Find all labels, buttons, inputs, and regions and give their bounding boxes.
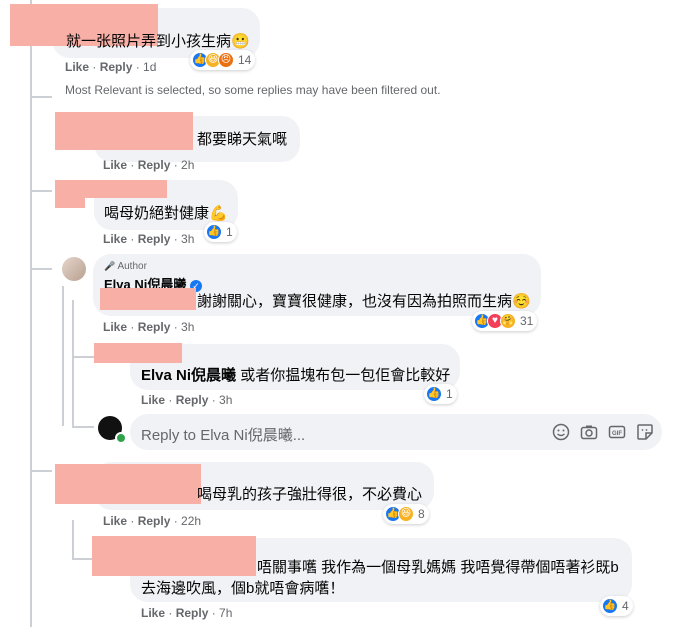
- reaction-count: 31: [520, 314, 534, 328]
- comment-actions: Like · Reply · 22h: [103, 514, 202, 528]
- reaction-summary[interactable]: 👍 1: [204, 222, 237, 242]
- emoji-icon[interactable]: [552, 423, 570, 441]
- like-reaction-icon: 👍: [426, 386, 442, 402]
- comment-actions: Like · Reply · 3h: [141, 393, 233, 407]
- angry-reaction-icon: 😠: [218, 52, 234, 68]
- sticker-icon[interactable]: [636, 423, 654, 441]
- like-button[interactable]: Like: [103, 320, 127, 334]
- reply-button[interactable]: Reply: [138, 158, 171, 172]
- reaction-summary[interactable]: 👍 4: [600, 596, 633, 616]
- like-button[interactable]: Like: [141, 393, 165, 407]
- comment-text: 喝母奶絕對健康💪: [104, 205, 228, 222]
- redacted-mention: [100, 288, 196, 310]
- thread-line: [30, 190, 52, 192]
- comment-text: Elva Ni倪晨曦 或者你揾塊布包一包佢會比較好: [141, 367, 451, 384]
- timestamp: 3h: [219, 393, 233, 407]
- reaction-count: 14: [238, 53, 252, 67]
- redacted-name: [94, 343, 182, 363]
- reply-button[interactable]: Reply: [176, 393, 209, 407]
- thread-line: [62, 286, 64, 426]
- author-avatar[interactable]: [62, 257, 86, 281]
- like-reaction-icon: 👍: [602, 598, 618, 614]
- reply-input-placeholder[interactable]: Reply to Elva Ni倪晨曦...: [141, 424, 305, 445]
- timestamp: 1d: [143, 60, 157, 74]
- reply-button[interactable]: Reply: [176, 606, 209, 620]
- thread-line: [30, 268, 52, 270]
- reaction-count: 1: [446, 387, 453, 401]
- thread-line: [30, 96, 52, 98]
- microphone-icon: 🎤: [104, 261, 116, 271]
- comment-text: 喝母乳的孩子強壯得很，不必費心: [197, 486, 423, 503]
- svg-text:GIF: GIF: [612, 431, 622, 437]
- reaction-summary[interactable]: 👍 1: [424, 384, 457, 404]
- comment-text: 謝謝關心，寶寶很健康，也沒有因為拍照而生病☺️: [197, 293, 531, 310]
- comment-actions: Like · Reply · 3h: [103, 232, 195, 246]
- comment-text: 唔關事嚿 我作為一個母乳媽媽 我唔覺得帶個唔著衫既b: [257, 559, 619, 576]
- comment-actions: Like · Reply · 7h: [141, 606, 233, 620]
- thread-line: [72, 300, 74, 428]
- like-button[interactable]: Like: [141, 606, 165, 620]
- timestamp: 3h: [181, 232, 195, 246]
- redacted-name: [92, 536, 256, 576]
- thread-line: [72, 520, 74, 560]
- like-button[interactable]: Like: [103, 232, 127, 246]
- comment-text: 都要睇天氣嘅: [197, 131, 288, 148]
- reaction-summary[interactable]: 👍 😆 8: [383, 504, 429, 524]
- reaction-count: 1: [226, 225, 233, 239]
- timestamp: 2h: [181, 158, 195, 172]
- care-reaction-icon: 🤗: [500, 313, 516, 329]
- haha-reaction-icon: 😆: [398, 506, 414, 522]
- thread-line: [72, 426, 94, 428]
- reaction-count: 8: [418, 507, 425, 521]
- reply-button[interactable]: Reply: [138, 320, 171, 334]
- comment-actions: Like · Reply · 2h: [103, 158, 195, 172]
- comment-text: 去海邊吹風，個b就唔會病嚿！: [141, 580, 345, 597]
- thread-line: [30, 0, 32, 627]
- reply-button[interactable]: Reply: [138, 232, 171, 246]
- camera-icon[interactable]: [580, 423, 598, 441]
- like-reaction-icon: 👍: [206, 224, 222, 240]
- redacted-name: [55, 464, 201, 504]
- like-button[interactable]: Like: [103, 514, 127, 528]
- online-status-dot: [115, 432, 127, 444]
- like-button[interactable]: Like: [65, 60, 89, 74]
- gif-icon[interactable]: GIF: [608, 423, 626, 441]
- thread-line: [72, 558, 94, 560]
- comment-actions: Like · Reply · 1d: [65, 60, 157, 74]
- filter-notice: Most Relevant is selected, so some repli…: [65, 83, 441, 97]
- timestamp: 22h: [181, 514, 202, 528]
- author-badge: 🎤 Author: [104, 261, 147, 272]
- reaction-summary[interactable]: 👍 ♥ 🤗 31: [472, 311, 538, 331]
- timestamp: 7h: [219, 606, 233, 620]
- redacted-name: [55, 112, 193, 150]
- like-button[interactable]: Like: [103, 158, 127, 172]
- reaction-summary[interactable]: 👍 😆 😠 14: [190, 50, 256, 70]
- thread-line: [30, 470, 52, 472]
- reply-button[interactable]: Reply: [138, 514, 171, 528]
- thread-line: [72, 356, 94, 358]
- comment-actions: Like · Reply · 3h: [103, 320, 195, 334]
- comment-text: 就一张照片弄到小孩生病😬: [66, 33, 250, 50]
- redacted-name: [55, 196, 85, 208]
- reaction-count: 4: [622, 599, 629, 613]
- reply-button[interactable]: Reply: [100, 60, 133, 74]
- timestamp: 3h: [181, 320, 195, 334]
